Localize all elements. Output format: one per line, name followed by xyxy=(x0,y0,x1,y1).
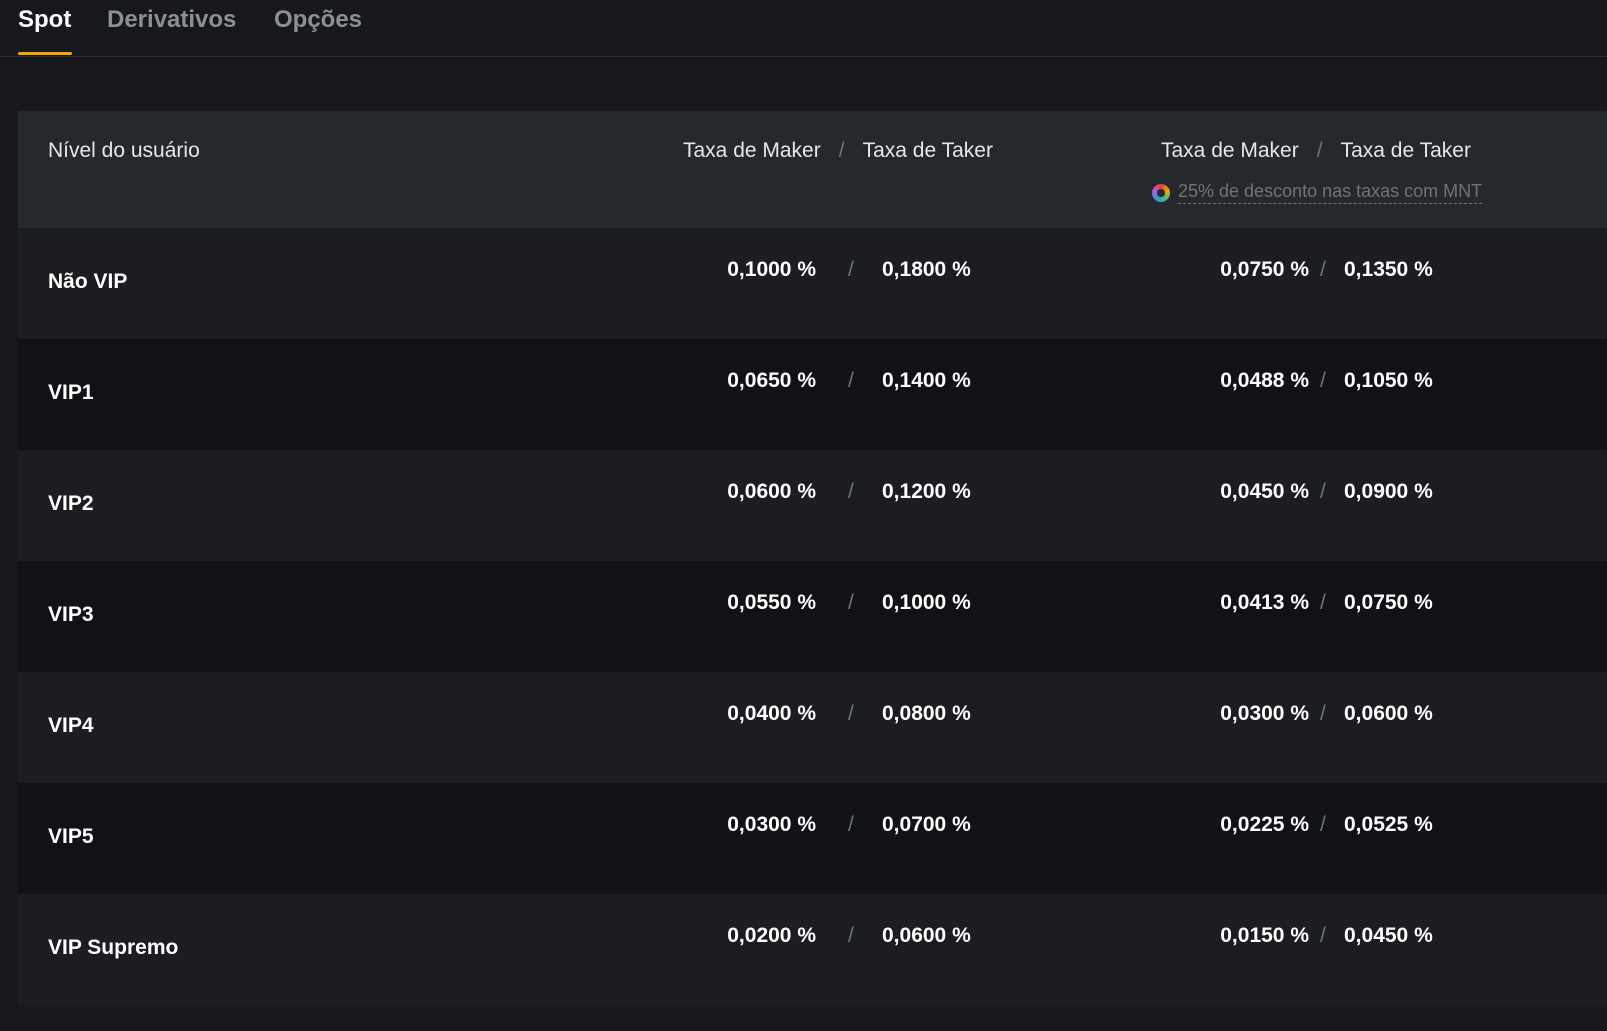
cell-separator: / xyxy=(848,369,854,392)
cell-taker-fee: 0,0700 % xyxy=(882,813,971,836)
cell-taker-fee: 0,1400 % xyxy=(882,369,971,392)
header-separator: / xyxy=(838,139,845,162)
cell-maker-fee: 0,0650 % xyxy=(727,369,816,392)
cell-mnt-taker-fee: 0,1050 % xyxy=(1344,369,1433,392)
cell-separator: / xyxy=(1320,924,1326,947)
cell-mnt-maker-fee: 0,0450 % xyxy=(1220,480,1309,503)
cell-maker-fee: 0,1000 % xyxy=(727,258,816,281)
cell-taker-fee: 0,1200 % xyxy=(882,480,971,503)
cell-mnt-maker-fee: 0,0488 % xyxy=(1220,369,1309,392)
header-separator: / xyxy=(1316,139,1323,162)
cell-separator: / xyxy=(848,258,854,281)
cell-user-level: VIP2 xyxy=(48,492,94,515)
mnt-token-icon xyxy=(1152,183,1170,202)
table-row: Não VIP 0,1000 % / 0,1800 % 0,0750 % / 0… xyxy=(18,228,1607,339)
cell-separator: / xyxy=(848,924,854,947)
table-row: VIP Supremo 0,0200 % / 0,0600 % 0,0150 %… xyxy=(18,894,1607,1005)
tab-derivativos[interactable]: Derivativos xyxy=(107,6,236,34)
cell-user-level: VIP Supremo xyxy=(48,936,179,959)
cell-separator: / xyxy=(1320,591,1326,614)
active-tab-indicator xyxy=(18,52,72,55)
cell-mnt-taker-fee: 0,0525 % xyxy=(1344,813,1433,836)
mnt-discount-note[interactable]: 25% de desconto nas taxas com MNT xyxy=(1152,181,1483,204)
cell-separator: / xyxy=(1320,813,1326,836)
cell-separator: / xyxy=(848,813,854,836)
tab-opcoes[interactable]: Opções xyxy=(274,6,362,34)
table-header: Nível do usuário Taxa de Maker / Taxa de T… xyxy=(18,111,1607,228)
cell-taker-fee: 0,0600 % xyxy=(882,924,971,947)
header-standard-fees: Taxa de Maker / Taxa de Taker xyxy=(683,139,993,163)
cell-user-level: VIP5 xyxy=(48,825,94,848)
header-maker-fee: Taxa de Maker xyxy=(683,139,821,162)
cell-user-level: VIP4 xyxy=(48,714,94,737)
cell-maker-fee: 0,0550 % xyxy=(727,591,816,614)
mnt-discount-text[interactable]: 25% de desconto nas taxas com MNT xyxy=(1178,181,1483,204)
cell-mnt-maker-fee: 0,0150 % xyxy=(1220,924,1309,947)
cell-mnt-taker-fee: 0,0750 % xyxy=(1344,591,1433,614)
table-row: VIP2 0,0600 % / 0,1200 % 0,0450 % / 0,09… xyxy=(18,450,1607,561)
cell-maker-fee: 0,0200 % xyxy=(727,924,816,947)
cell-taker-fee: 0,1000 % xyxy=(882,591,971,614)
table-body: Não VIP 0,1000 % / 0,1800 % 0,0750 % / 0… xyxy=(18,228,1607,1005)
cell-mnt-maker-fee: 0,0300 % xyxy=(1220,702,1309,725)
cell-maker-fee: 0,0400 % xyxy=(727,702,816,725)
cell-user-level: VIP3 xyxy=(48,603,94,626)
header-mnt-taker-fee: Taxa de Taker xyxy=(1340,139,1471,162)
cell-mnt-maker-fee: 0,0750 % xyxy=(1220,258,1309,281)
table-row: VIP4 0,0400 % / 0,0800 % 0,0300 % / 0,06… xyxy=(18,672,1607,783)
cell-separator: / xyxy=(848,480,854,503)
cell-taker-fee: 0,0800 % xyxy=(882,702,971,725)
cell-separator: / xyxy=(1320,480,1326,503)
cell-mnt-maker-fee: 0,0413 % xyxy=(1220,591,1309,614)
header-mnt-maker-fee: Taxa de Maker xyxy=(1161,139,1299,162)
header-mnt-fees: Taxa de Maker / Taxa de Taker xyxy=(1161,139,1471,163)
cell-maker-fee: 0,0600 % xyxy=(727,480,816,503)
cell-maker-fee: 0,0300 % xyxy=(727,813,816,836)
cell-separator: / xyxy=(1320,369,1326,392)
table-row: VIP3 0,0550 % / 0,1000 % 0,0413 % / 0,07… xyxy=(18,561,1607,672)
fee-rates-page: Spot Derivativos Opções Nível do usuário… xyxy=(0,0,1607,1031)
tab-spot[interactable]: Spot xyxy=(18,6,71,34)
tab-bar: Spot Derivativos Opções xyxy=(0,0,1607,57)
cell-mnt-taker-fee: 0,1350 % xyxy=(1344,258,1433,281)
table-row: VIP1 0,0650 % / 0,1400 % 0,0488 % / 0,10… xyxy=(18,339,1607,450)
table-row: VIP5 0,0300 % / 0,0700 % 0,0225 % / 0,05… xyxy=(18,783,1607,894)
cell-separator: / xyxy=(1320,702,1326,725)
fee-table: Nível do usuário Taxa de Maker / Taxa de T… xyxy=(18,111,1607,1005)
header-taker-fee: Taxa de Taker xyxy=(862,139,993,162)
cell-mnt-maker-fee: 0,0225 % xyxy=(1220,813,1309,836)
cell-mnt-taker-fee: 0,0900 % xyxy=(1344,480,1433,503)
cell-taker-fee: 0,1800 % xyxy=(882,258,971,281)
cell-separator: / xyxy=(848,591,854,614)
cell-separator: / xyxy=(1320,258,1326,281)
cell-user-level: VIP1 xyxy=(48,381,94,404)
cell-separator: / xyxy=(848,702,854,725)
cell-mnt-taker-fee: 0,0600 % xyxy=(1344,702,1433,725)
cell-user-level: Não VIP xyxy=(48,270,128,293)
cell-mnt-taker-fee: 0,0450 % xyxy=(1344,924,1433,947)
header-user-level: Nível do usuário xyxy=(48,139,200,162)
